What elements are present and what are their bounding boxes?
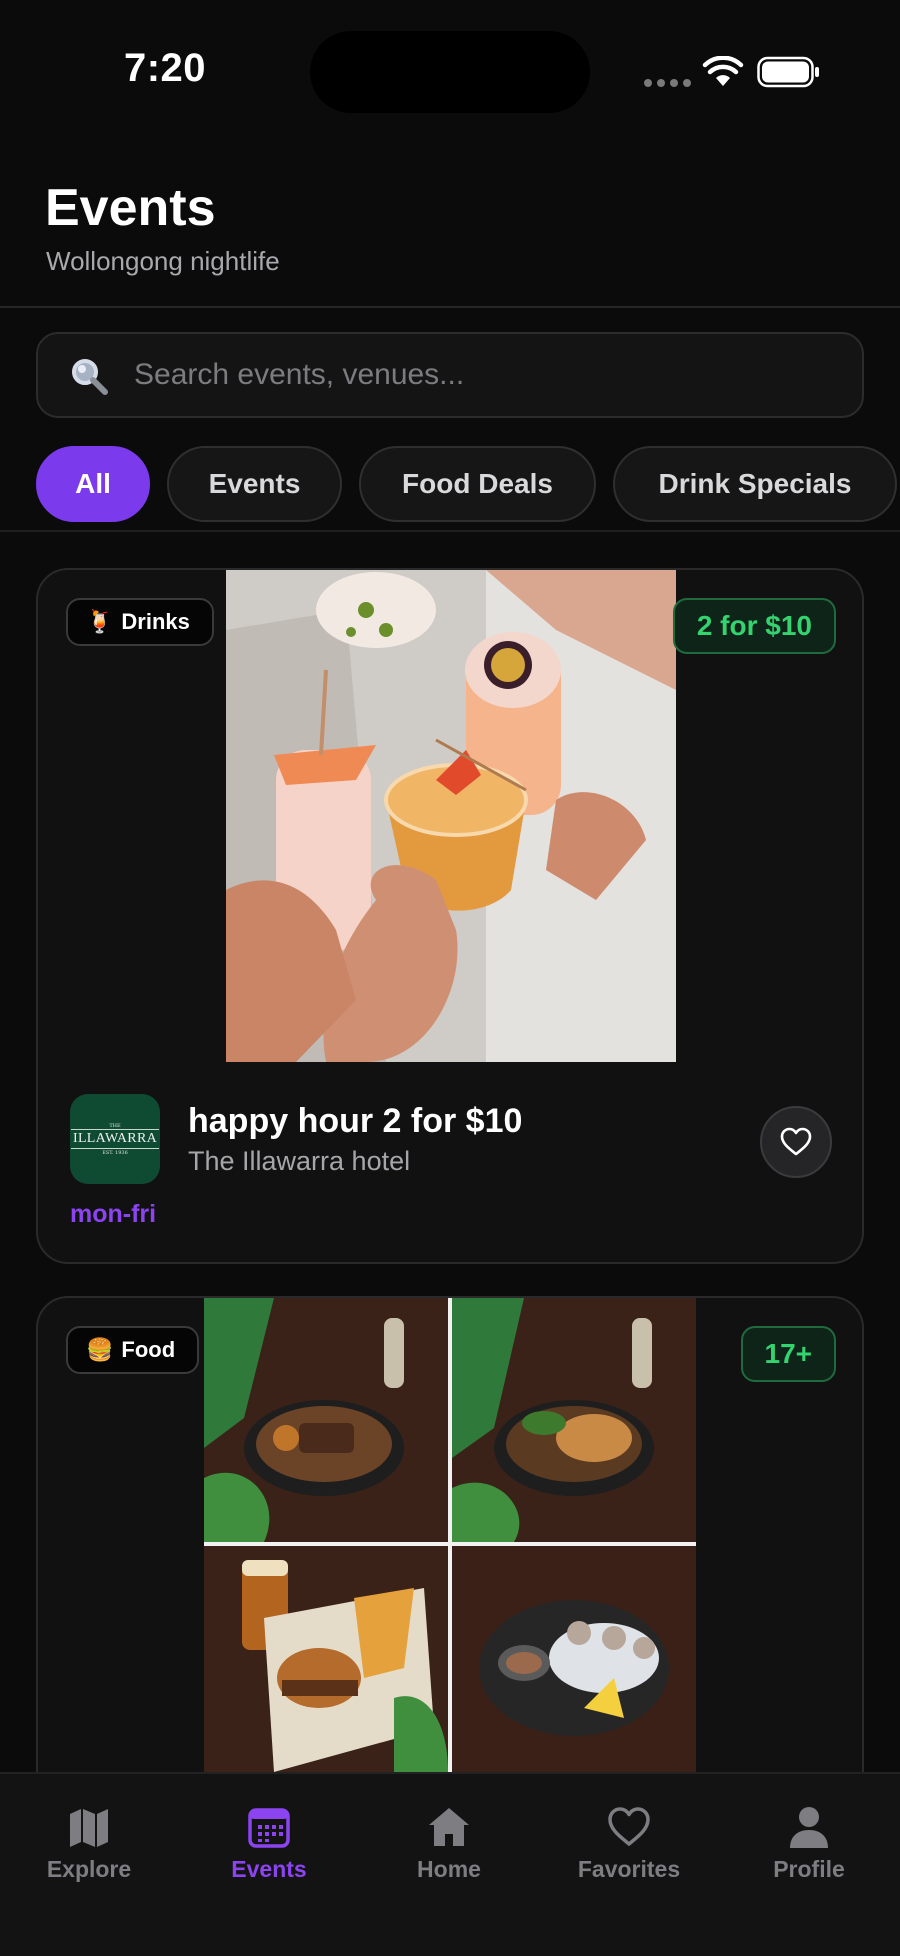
drinks-photo	[226, 570, 676, 1062]
event-schedule: mon-fri	[70, 1200, 157, 1228]
cellular-signal-icon	[644, 79, 691, 87]
tab-home-label: Home	[417, 1856, 481, 1882]
cocktail-icon: 🍹	[86, 609, 114, 634]
tab-profile[interactable]: Profile	[729, 1804, 889, 1883]
heart-outline-icon	[780, 1127, 812, 1156]
category-label: Food	[121, 1337, 176, 1362]
tab-explore-label: Explore	[46, 1856, 132, 1882]
venue-logo: THE ILLAWARRA EST. 1936	[70, 1094, 160, 1184]
tab-explore[interactable]: Explore	[9, 1804, 169, 1883]
filter-chips: All Events Food Deals Drink Specials	[0, 446, 900, 532]
status-bar: 7:20	[0, 0, 900, 150]
search-input[interactable]: Search events, venues...	[36, 332, 864, 418]
favorite-button[interactable]	[760, 1106, 832, 1178]
search-placeholder: Search events, venues...	[134, 358, 465, 391]
price-badge: 2 for $10	[672, 598, 836, 654]
tab-events[interactable]: Events	[189, 1804, 349, 1883]
tab-favorites-label: Favorites	[577, 1856, 681, 1882]
search-icon	[72, 359, 108, 395]
tab-favorites[interactable]: Favorites	[549, 1804, 709, 1883]
heart-icon	[608, 1807, 650, 1846]
filter-chip-all[interactable]: All	[36, 446, 150, 522]
person-icon	[790, 1807, 828, 1848]
home-icon	[429, 1808, 469, 1846]
wifi-icon	[702, 56, 744, 86]
filter-chip-drink-specials[interactable]: Drink Specials	[613, 446, 897, 522]
bottom-tab-bar: Explore Events Home Favorites Profile	[0, 1772, 900, 1956]
venue-name[interactable]: The Illawarra hotel	[188, 1146, 410, 1177]
category-badge: 🍹 Drinks	[66, 598, 214, 646]
page-subtitle: Wollongong nightlife	[46, 246, 280, 276]
filter-chip-events[interactable]: Events	[167, 446, 342, 522]
event-title: happy hour 2 for $10	[188, 1102, 523, 1140]
event-card[interactable]: 🍹 Drinks 2 for $10 THE ILLAWARRA EST. 19…	[36, 568, 864, 1264]
dynamic-island	[310, 31, 590, 113]
status-time: 7:20	[123, 46, 207, 90]
category-label: Drinks	[121, 609, 190, 634]
tab-events-label: Events	[231, 1856, 307, 1882]
map-icon	[70, 1809, 108, 1847]
tab-profile-label: Profile	[773, 1856, 845, 1882]
venue-logo-sub-text: EST. 1936	[102, 1149, 128, 1156]
page-header: Events Wollongong nightlife	[0, 150, 900, 308]
battery-icon	[757, 56, 819, 88]
tab-home[interactable]: Home	[369, 1804, 529, 1883]
page-title: Events	[45, 179, 216, 237]
burger-icon: 🍔	[86, 1337, 114, 1362]
age-badge: 17+	[740, 1326, 836, 1382]
food-photo-grid	[204, 1298, 696, 1772]
category-badge: 🍔 Food	[66, 1326, 200, 1374]
filter-chip-food-deals[interactable]: Food Deals	[359, 446, 596, 522]
venue-logo-text: ILLAWARRA	[70, 1128, 159, 1149]
calendar-icon	[248, 1808, 290, 1848]
